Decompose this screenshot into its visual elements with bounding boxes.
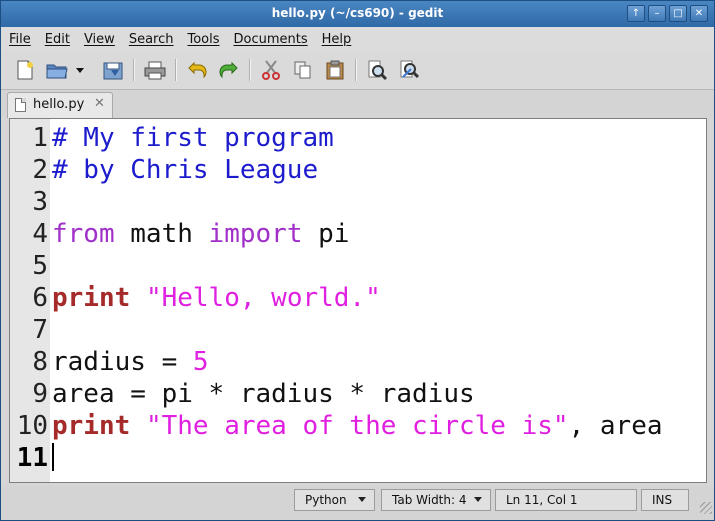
gedit-window: hello.py (~/cs690) - gedit ↑ – □ ✕ File … bbox=[0, 0, 715, 521]
line-number: 3 bbox=[32, 187, 48, 217]
code-text bbox=[52, 442, 54, 474]
code-token: # My first program bbox=[52, 123, 334, 153]
line-number: 1 bbox=[32, 123, 48, 153]
code-token: pi bbox=[302, 219, 350, 249]
cut-icon[interactable] bbox=[257, 56, 285, 84]
line-number: 11 bbox=[16, 443, 48, 473]
print-icon[interactable] bbox=[141, 56, 169, 84]
menu-help[interactable]: Help bbox=[316, 32, 358, 47]
copy-icon[interactable] bbox=[289, 56, 317, 84]
open-folder-icon[interactable] bbox=[43, 56, 71, 84]
maximize-button[interactable]: □ bbox=[669, 5, 687, 22]
code-line[interactable]: 7 bbox=[10, 314, 706, 346]
code-text: radius = 5 bbox=[52, 346, 209, 378]
dropdown-arrow-icon[interactable] bbox=[71, 56, 89, 84]
line-number: 10 bbox=[16, 411, 48, 441]
find-icon[interactable] bbox=[363, 56, 391, 84]
shade-button[interactable]: ↑ bbox=[627, 5, 645, 22]
cursor-position: Ln 11, Col 1 bbox=[495, 489, 637, 511]
resize-grip[interactable] bbox=[700, 502, 712, 514]
line-number: 7 bbox=[32, 315, 48, 345]
document-icon bbox=[15, 98, 26, 112]
tab-width-label: Tab Width: 4 bbox=[392, 493, 467, 507]
close-tab-icon[interactable]: ✕ bbox=[94, 96, 105, 111]
menu-documents[interactable]: Documents bbox=[228, 32, 314, 47]
menu-tools[interactable]: Tools bbox=[181, 32, 225, 47]
menu-search[interactable]: Search bbox=[123, 32, 180, 47]
redo-icon[interactable] bbox=[215, 56, 243, 84]
menu-view[interactable]: View bbox=[78, 32, 121, 47]
line-number: 8 bbox=[32, 347, 48, 377]
code-token: radius = bbox=[52, 347, 193, 377]
code-line[interactable]: 10 print "The area of the circle is", are… bbox=[10, 410, 706, 442]
line-number: 5 bbox=[32, 251, 48, 281]
line-number: 9 bbox=[32, 379, 48, 409]
cursor-position-label: Ln 11, Col 1 bbox=[506, 493, 578, 507]
code-token: area = pi * radius * radius bbox=[52, 379, 475, 409]
code-token: math bbox=[114, 219, 209, 249]
menu-bar: File Edit View Search Tools Documents He… bbox=[1, 27, 714, 51]
toolbar-separator bbox=[175, 59, 177, 81]
code-text: from math import pi bbox=[52, 218, 349, 250]
minimize-button[interactable]: – bbox=[648, 5, 666, 22]
code-text: # by Chris League bbox=[52, 154, 318, 186]
code-line[interactable]: 4 from math import pi bbox=[10, 218, 706, 250]
language-label: Python bbox=[305, 493, 347, 507]
code-line[interactable]: 3 bbox=[10, 186, 706, 218]
code-line[interactable]: 9 area = pi * radius * radius bbox=[10, 378, 706, 410]
status-bar: Python Tab Width: 4 Ln 11, Col 1 INS bbox=[1, 486, 714, 520]
code-line[interactable]: 1 # My first program bbox=[10, 122, 706, 154]
tab-label: hello.py bbox=[33, 97, 85, 112]
insert-mode-label: INS bbox=[652, 493, 673, 507]
tab-hello-py[interactable]: hello.py ✕ bbox=[7, 92, 113, 118]
toolbar-separator bbox=[133, 59, 135, 81]
code-token: from bbox=[52, 219, 115, 249]
code-line[interactable]: 6 print "Hello, world." bbox=[10, 282, 706, 314]
chevron-down-icon bbox=[474, 497, 482, 502]
code-token: "Hello, world." bbox=[145, 283, 381, 313]
line-number: 6 bbox=[32, 283, 48, 313]
code-text: print "The area of the circle is", area bbox=[52, 410, 663, 442]
code-text: # My first program bbox=[52, 122, 334, 154]
menu-file[interactable]: File bbox=[3, 32, 37, 47]
code-line[interactable]: 11 bbox=[10, 442, 706, 474]
window-title: hello.py (~/cs690) - gedit bbox=[271, 6, 444, 20]
code-line[interactable]: 2 # by Chris League bbox=[10, 154, 706, 186]
language-selector[interactable]: Python bbox=[294, 489, 375, 511]
code-line[interactable]: 5 bbox=[10, 250, 706, 282]
code-text: print "Hello, world." bbox=[52, 282, 381, 314]
new-document-icon[interactable] bbox=[11, 56, 39, 84]
undo-icon[interactable] bbox=[183, 56, 211, 84]
code-token: import bbox=[208, 219, 303, 249]
line-number: 4 bbox=[32, 219, 48, 249]
text-editor[interactable]: 1 # My first program 2 # by Chris League 3 4 f… bbox=[9, 118, 707, 483]
paste-icon[interactable] bbox=[321, 56, 349, 84]
code-token: "The area of the circle is" bbox=[145, 411, 569, 441]
title-bar[interactable]: hello.py (~/cs690) - gedit ↑ – □ ✕ bbox=[1, 1, 714, 27]
code-line[interactable]: 8 radius = 5 bbox=[10, 346, 706, 378]
toolbar-separator bbox=[355, 59, 357, 81]
code-token: 5 bbox=[192, 347, 209, 377]
chevron-down-icon bbox=[358, 497, 366, 502]
document-tabs: hello.py ✕ bbox=[1, 90, 714, 118]
toolbar bbox=[1, 51, 714, 90]
tab-width-selector[interactable]: Tab Width: 4 bbox=[381, 489, 491, 511]
code-text: area = pi * radius * radius bbox=[52, 378, 475, 410]
menu-edit[interactable]: Edit bbox=[39, 32, 76, 47]
insert-mode: INS bbox=[641, 489, 689, 511]
find-replace-icon[interactable] bbox=[395, 56, 423, 84]
toolbar-separator bbox=[249, 59, 251, 81]
close-button[interactable]: ✕ bbox=[690, 5, 708, 22]
line-number: 2 bbox=[32, 155, 48, 185]
code-token: # by Chris League bbox=[52, 155, 319, 185]
code-token: print bbox=[52, 411, 131, 441]
code-token: print bbox=[52, 283, 131, 313]
save-icon[interactable] bbox=[99, 56, 127, 84]
window-controls: ↑ – □ ✕ bbox=[627, 5, 708, 22]
code-token: , area bbox=[568, 411, 663, 441]
text-cursor bbox=[52, 442, 54, 471]
